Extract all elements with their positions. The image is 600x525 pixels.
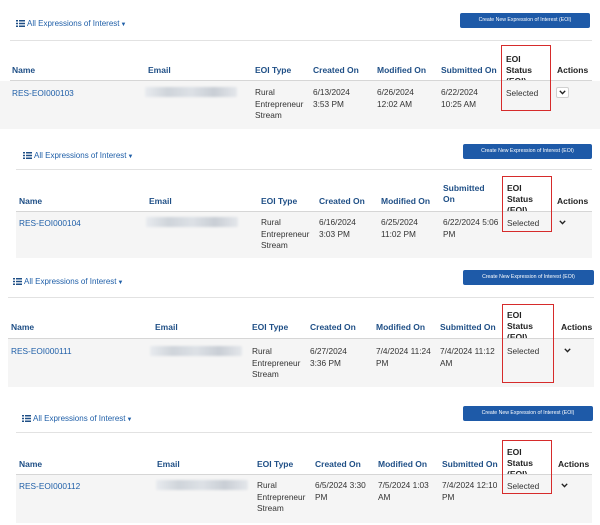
col-email-header[interactable]: Email [155,322,178,333]
col-eoi-type-header[interactable]: EOI Type [257,459,293,470]
eoi-name-link[interactable]: RES-EOI000111 [11,346,72,358]
submitted-on-cell: 6/22/2024 5:06 PM [443,217,499,239]
created-on-cell: 6/27/2024 3:36 PM [310,346,347,368]
list-icon [22,415,31,422]
col-name-header[interactable]: Name [12,65,35,76]
modified-on-cell: 6/25/2024 11:02 PM [381,217,418,239]
col-email-header[interactable]: Email [149,196,172,207]
caret-down-icon: ▼ [117,280,124,286]
col-eoi-type-header[interactable]: EOI Type [261,196,297,207]
eoi-name-link[interactable]: RES-EOI000104 [19,218,81,230]
create-eoi-button[interactable]: Create New Expression of Interest (EOI) [460,13,590,28]
row-actions-button[interactable] [561,345,574,356]
col-modified-header[interactable]: Modified On [381,196,430,207]
submitted-on-cell: 7/4/2024 12:10 PM [442,480,498,502]
email-redacted [145,87,237,97]
eoi-panel-1: All Expressions of Interest▼ Create New … [0,0,600,135]
col-name-header[interactable]: Name [19,459,42,470]
create-eoi-button[interactable]: Create New Expression of Interest (EOI) [463,406,593,421]
row-actions-button[interactable] [558,480,571,491]
view-filter-label: All Expressions of Interest [24,277,117,286]
row-actions-button[interactable] [556,87,569,98]
list-icon [23,152,32,159]
create-eoi-button[interactable]: Create New Expression of Interest (EOI) [463,144,592,159]
col-eoi-type-header[interactable]: EOI Type [252,322,288,333]
toolbar-divider [16,432,592,433]
view-filter-dropdown[interactable]: All Expressions of Interest▼ [16,19,126,28]
view-filter-dropdown[interactable]: All Expressions of Interest▼ [13,277,123,286]
eoi-panel-4: All Expressions of Interest▼ Create New … [0,390,600,525]
submitted-on-cell: 7/4/2024 11:12 AM [440,346,495,368]
list-icon [13,278,22,285]
created-on-cell: 6/16/2024 3:03 PM [319,217,356,239]
status-highlight-box [502,304,554,383]
col-actions-header: Actions [558,459,590,469]
chevron-down-icon [559,220,566,225]
email-redacted [150,346,242,356]
status-highlight-box [502,176,552,232]
submitted-on-cell: 6/22/2024 10:25 AM [441,87,478,109]
status-highlight-box [501,45,551,111]
col-submitted-header[interactable]: Submitted On [443,183,489,205]
col-modified-header[interactable]: Modified On [377,65,426,76]
col-eoi-type-header[interactable]: EOI Type [255,65,291,76]
col-email-header[interactable]: Email [148,65,171,76]
caret-down-icon: ▼ [126,417,133,423]
create-eoi-button[interactable]: Create New Expression of Interest (EOI) [463,270,594,285]
modified-on-cell: 7/4/2024 11:24 PM [376,346,431,368]
col-actions-header: Actions [561,322,593,332]
view-filter-label: All Expressions of Interest [27,19,120,28]
view-filter-dropdown[interactable]: All Expressions of Interest▼ [23,151,133,160]
modified-on-cell: 7/5/2024 1:03 AM [378,480,429,502]
col-actions-header: Actions [557,65,589,75]
chevron-down-icon [561,483,568,488]
col-modified-header[interactable]: Modified On [376,322,425,333]
eoi-type-cell: Rural Entrepreneur Stream [257,480,306,513]
col-submitted-header[interactable]: Submitted On [442,459,498,470]
eoi-type-cell: Rural Entrepreneur Stream [261,217,310,250]
chevron-down-icon [564,348,571,353]
row-actions-button[interactable] [556,217,569,228]
list-icon [16,20,25,27]
eoi-type-cell: Rural Entrepreneur Stream [252,346,301,379]
col-created-header[interactable]: Created On [313,65,359,76]
col-created-header[interactable]: Created On [319,196,365,207]
col-name-header[interactable]: Name [11,322,34,333]
col-modified-header[interactable]: Modified On [378,459,427,470]
view-filter-label: All Expressions of Interest [33,414,126,423]
toolbar-divider [8,297,594,298]
col-submitted-header[interactable]: Submitted On [441,65,497,76]
col-email-header[interactable]: Email [157,459,180,470]
col-actions-header: Actions [557,196,589,206]
modified-on-cell: 6/26/2024 12:02 AM [377,87,414,109]
created-on-cell: 6/13/2024 3:53 PM [313,87,350,109]
eoi-type-cell: Rural Entrepreneur Stream [255,87,304,120]
col-name-header[interactable]: Name [19,196,42,207]
eoi-name-link[interactable]: RES-EOI000112 [19,481,80,493]
col-created-header[interactable]: Created On [315,459,361,470]
status-highlight-box [502,440,552,494]
caret-down-icon: ▼ [120,22,127,28]
view-filter-label: All Expressions of Interest [34,151,127,160]
eoi-panel-2: All Expressions of Interest▼ Create New … [0,135,600,260]
toolbar-divider [10,40,592,41]
created-on-cell: 6/5/2024 3:30 PM [315,480,366,502]
col-submitted-header[interactable]: Submitted On [440,322,496,333]
email-redacted [146,217,238,227]
eoi-panel-3: All Expressions of Interest▼ Create New … [0,260,600,390]
view-filter-dropdown[interactable]: All Expressions of Interest▼ [22,414,132,423]
email-redacted [156,480,248,490]
eoi-name-link[interactable]: RES-EOI000103 [12,88,74,100]
chevron-down-icon [559,90,566,95]
caret-down-icon: ▼ [127,154,134,160]
col-created-header[interactable]: Created On [310,322,356,333]
toolbar-divider [16,169,592,170]
